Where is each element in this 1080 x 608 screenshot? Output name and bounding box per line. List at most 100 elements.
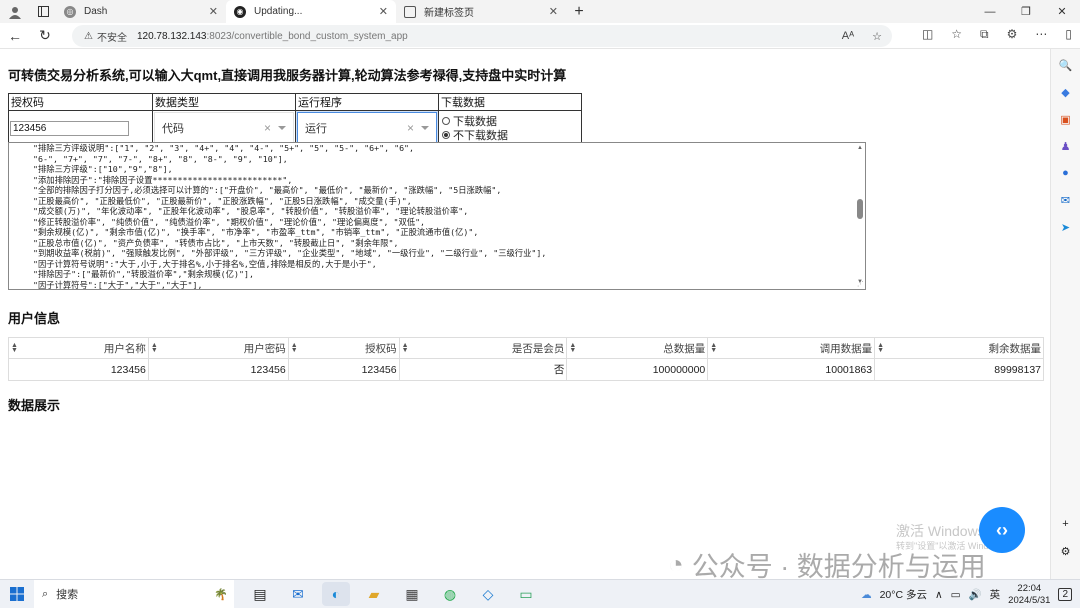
tab-title: Updating...	[254, 6, 303, 17]
warning-icon[interactable]: ⚠	[84, 31, 93, 42]
terminal-icon[interactable]: ▭	[512, 582, 540, 606]
clear-icon[interactable]: ×	[264, 121, 271, 135]
config-textarea[interactable]: "排除三方评级说明":["1", "2", "3", "4+", "4", "4…	[8, 142, 866, 290]
refresh-icon[interactable]: ↻	[30, 27, 60, 44]
tab-updating[interactable]: ◉ Updating... ✕	[226, 0, 396, 23]
edge-browser-icon[interactable]: ◐	[322, 582, 350, 606]
extension-icon[interactable]: ⚙	[1007, 27, 1018, 42]
col-header[interactable]: ▲ ▼ 调用数据量	[707, 337, 876, 359]
data-type-value: 代码	[162, 122, 184, 135]
tag-icon[interactable]: ◆	[1058, 84, 1074, 100]
more-icon[interactable]: ⋯	[1035, 27, 1047, 42]
config-line: "因子计算符号说明":"大于,小于,大于排名%,小于排名%,空值,排除是相反的,…	[13, 258, 377, 269]
sort-icon[interactable]: ▲ ▼	[569, 342, 576, 354]
clock[interactable]: 22:04 2024/5/31	[1008, 583, 1050, 607]
start-button[interactable]	[0, 580, 34, 608]
tab-actions-icon[interactable]	[30, 0, 56, 23]
radio-button[interactable]	[442, 130, 450, 139]
clear-icon[interactable]: ×	[407, 121, 414, 135]
split-screen-icon[interactable]: ◫	[922, 27, 933, 42]
header-auth-code: 授权码	[8, 93, 153, 111]
sort-icon[interactable]: ▲ ▼	[291, 342, 298, 354]
store-icon[interactable]: ▦	[398, 582, 426, 606]
chevron-down-icon[interactable]	[278, 126, 286, 130]
maximize-icon[interactable]: ❐	[1008, 0, 1044, 23]
minimize-icon[interactable]: —	[972, 0, 1008, 23]
taskbar-search-box[interactable]: ⌕ 搜索 🌴	[34, 579, 234, 608]
task-view-icon[interactable]: ▤	[246, 582, 274, 606]
security-label[interactable]: 不安全	[97, 29, 127, 44]
weather-text[interactable]: 20°C 多云	[880, 587, 927, 602]
ime-indicator[interactable]: 英	[990, 587, 1001, 602]
close-icon[interactable]: ✕	[209, 5, 218, 18]
scrollbar[interactable]: ▲ ▼	[857, 143, 863, 289]
sort-icon[interactable]: ▲ ▼	[151, 342, 158, 354]
back-icon[interactable]: ←	[0, 28, 30, 44]
toolbox-icon[interactable]: ▣	[1058, 111, 1074, 127]
radio-button[interactable]	[442, 116, 450, 125]
program-dropdown[interactable]: 运行 ×	[297, 112, 437, 143]
table-cell: 89998137	[874, 358, 1044, 381]
close-icon[interactable]: ✕	[549, 5, 558, 18]
mail-icon[interactable]: ✉	[284, 582, 312, 606]
resize-grip-icon[interactable]: ⋰	[857, 280, 864, 288]
vscode-icon[interactable]: ◇	[474, 582, 502, 606]
col-header-label: 总数据量	[663, 342, 706, 355]
profile-avatar-icon[interactable]	[0, 0, 30, 23]
games-icon[interactable]: ♟	[1058, 138, 1074, 154]
col-header[interactable]: ▲ ▼ 用户名称	[8, 337, 149, 359]
config-line: "因子计算符号":["大于","大于","大于"],	[13, 279, 203, 290]
network-icon[interactable]: ▭	[951, 589, 961, 601]
tab-dash[interactable]: ◎ Dash ✕	[56, 0, 226, 23]
radio-label: 不下载数据	[453, 129, 508, 142]
col-header[interactable]: ▲ ▼ 是否是会员	[398, 337, 568, 359]
tray-overflow-icon[interactable]: ∧	[935, 589, 943, 601]
scroll-up-icon[interactable]: ▲	[857, 145, 863, 151]
notification-icon[interactable]: 2	[1058, 588, 1072, 601]
address-bar: ← ↻ ⚠ 不安全 120.78.132.143:8023/convertibl…	[0, 23, 1080, 49]
new-tab-button[interactable]: +	[566, 3, 592, 21]
chevron-down-icon[interactable]	[421, 126, 429, 130]
copilot-icon[interactable]: ●	[1058, 165, 1074, 181]
auth-code-input[interactable]	[10, 120, 129, 136]
add-icon[interactable]: +	[1058, 516, 1074, 532]
sort-icon[interactable]: ▲ ▼	[710, 342, 717, 354]
data-type-dropdown[interactable]: 代码 ×	[154, 112, 294, 143]
url-box[interactable]: ⚠ 不安全 120.78.132.143:8023/convertible_bo…	[72, 25, 892, 47]
code-floating-button[interactable]: ‹›	[979, 507, 1025, 553]
col-header[interactable]: ▲ ▼ 授权码	[287, 337, 400, 359]
volume-icon[interactable]: 🔊	[969, 588, 982, 601]
collections-icon[interactable]: ⧉	[980, 27, 989, 42]
radio-download[interactable]: 下载数据	[439, 114, 581, 128]
read-aloud-icon[interactable]: Aᴬ	[842, 30, 854, 43]
sort-icon[interactable]: ▲ ▼	[877, 342, 884, 354]
radio-no-download[interactable]: 不下载数据	[439, 128, 581, 142]
weather-icon[interactable]: ☁	[861, 589, 872, 601]
windows-activation-watermark: 激活 Windows	[896, 523, 985, 539]
search-icon[interactable]: 🔍	[1058, 57, 1074, 73]
data-display-heading: 数据展示	[8, 398, 61, 413]
file-explorer-icon[interactable]: ▰	[360, 582, 388, 606]
scrollbar-thumb[interactable]	[857, 199, 863, 219]
favorites-icon[interactable]: ☆	[951, 27, 962, 42]
user-info-table: ▲ ▼ 用户名称 ▲ ▼ 用户密码 ▲ ▼ 授权码 ▲ ▼ 是否是会员 ▲ ▼ 总数据量 ▲ ▼ 调用数…	[8, 337, 1044, 381]
config-line: "排除三方评级":["10","9","8"],	[13, 164, 173, 174]
close-icon[interactable]: ✕	[379, 5, 388, 18]
user-info-heading: 用户信息	[8, 311, 61, 326]
col-header[interactable]: ▲ ▼ 用户密码	[147, 337, 289, 359]
sort-icon[interactable]: ▲ ▼	[402, 342, 409, 354]
send-icon[interactable]: ➤	[1058, 219, 1074, 235]
settings-icon[interactable]: ⚙	[1058, 543, 1074, 559]
tab-new-tab[interactable]: 新建标签页 ✕	[396, 0, 566, 23]
outlook-icon[interactable]: ✉	[1058, 192, 1074, 208]
config-line: "正股总市值(亿)", "资产负债率", "转债市占比", "上市天数", "转…	[13, 237, 399, 248]
col-header[interactable]: ▲ ▼ 剩余数据量	[874, 337, 1044, 359]
dash-favicon-icon: ◎	[64, 5, 76, 18]
col-header-label: 用户名称	[103, 342, 146, 355]
wechat-app-icon[interactable]: ◍	[436, 582, 464, 606]
favorite-star-icon[interactable]: ☆	[872, 30, 882, 43]
window-close-icon[interactable]: ✕	[1044, 0, 1080, 23]
sidebar-toggle-icon[interactable]: ▯	[1065, 27, 1072, 42]
sort-icon[interactable]: ▲ ▼	[11, 342, 18, 354]
col-header[interactable]: ▲ ▼ 总数据量	[566, 337, 709, 359]
